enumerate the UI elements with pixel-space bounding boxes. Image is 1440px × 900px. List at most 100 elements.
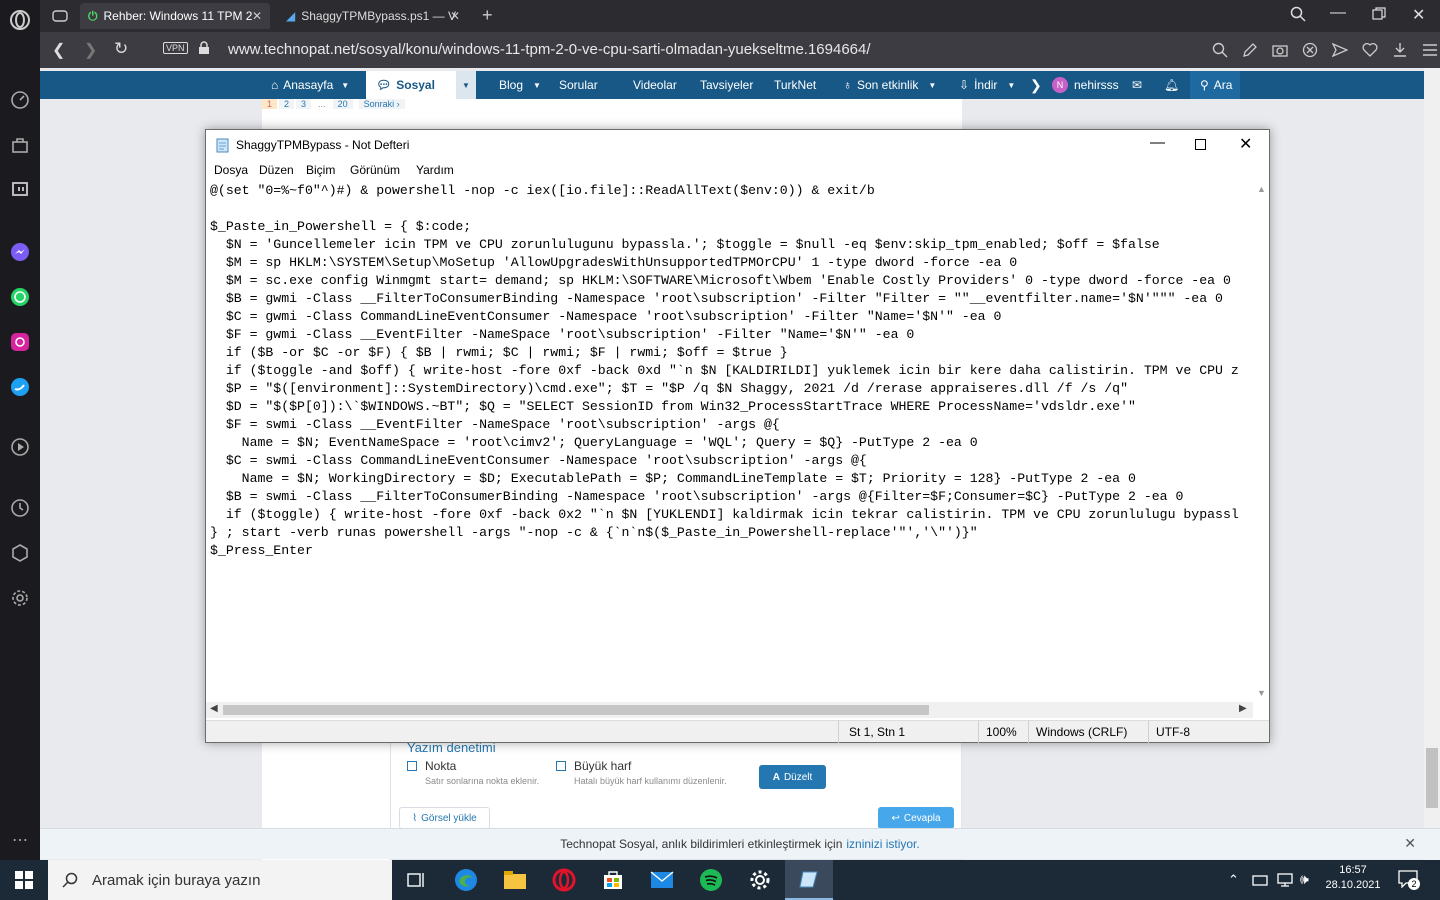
shopping-bag-icon[interactable] — [8, 133, 32, 157]
scroll-left-icon[interactable]: ◀ — [210, 703, 218, 714]
mail-icon[interactable] — [638, 860, 686, 900]
menu-gorunum[interactable]: Görünüm — [350, 163, 400, 177]
notepad-titlebar[interactable]: ShaggyTPMBypass - Not Defteri — ✕ — [206, 130, 1269, 160]
url-field[interactable]: www.technopat.net/sosyal/konu/windows-11… — [228, 41, 871, 58]
action-center-icon[interactable]: 2 — [1398, 870, 1420, 890]
reply-button[interactable]: ↩ Cevapla — [878, 807, 954, 829]
scroll-up-icon[interactable]: ▲ — [1257, 184, 1266, 194]
page-scroll-thumb[interactable] — [1426, 748, 1438, 808]
menu-duzen[interactable]: Düzen — [259, 163, 294, 177]
nav-anasayfa[interactable]: ⌂ Anasayfa ▼ — [271, 71, 349, 99]
messenger-icon[interactable] — [8, 240, 32, 264]
nav-son-etkinlik[interactable]: ♁ Son etkinlik ▼ — [843, 71, 936, 99]
close-tab-icon[interactable]: ✕ — [450, 9, 460, 23]
page-link[interactable]: 20 — [332, 99, 353, 109]
notepad-text-area[interactable]: @(set "0=%~f0"^)#) & powershell -nop -c … — [210, 182, 1253, 702]
more-icon[interactable]: ⋯ — [8, 828, 32, 852]
nokta-checkbox[interactable] — [407, 761, 417, 771]
send-icon[interactable] — [1332, 42, 1348, 58]
notification-link[interactable]: izninizi istiyor. — [846, 837, 919, 851]
spotify-icon[interactable] — [687, 860, 735, 900]
page-scrollbar[interactable] — [1424, 68, 1440, 860]
nav-sosyal[interactable]: 💬︎ Sosyal — [366, 71, 456, 99]
heart-icon[interactable] — [1362, 42, 1378, 58]
adblock-icon[interactable] — [1302, 42, 1318, 58]
np-close-icon[interactable]: ✕ — [1239, 134, 1252, 154]
tray-chevron-icon[interactable]: ⌃ — [1228, 872, 1239, 888]
bell-icon[interactable]: 🔔︎ — [1164, 71, 1179, 99]
settings-icon[interactable] — [8, 586, 32, 610]
nav-search[interactable]: ⚲ Ara — [1190, 71, 1240, 99]
page-link[interactable]: 2 — [279, 99, 295, 109]
volume-tray-icon[interactable]: 🕪︎ — [1300, 871, 1309, 888]
duzelt-button[interactable]: A Düzelt — [759, 765, 826, 789]
twitter-icon[interactable] — [8, 375, 32, 399]
vpn-badge[interactable]: VPN — [163, 42, 188, 54]
nav-indir[interactable]: ⇩ İndir ▼ — [959, 71, 1015, 99]
image-upload-button[interactable]: ⌇ Görsel yükle — [399, 807, 490, 829]
page-link[interactable]: 3 — [296, 99, 312, 109]
nav-blog[interactable]: Blog ▼ — [499, 71, 541, 99]
reload-icon[interactable]: ↻ — [114, 39, 128, 59]
player-icon[interactable] — [8, 435, 32, 459]
ethernet-tray-icon[interactable] — [1277, 872, 1293, 893]
close-window-icon[interactable]: ✕ — [1412, 5, 1425, 25]
easy-setup-icon[interactable] — [1422, 42, 1438, 58]
settings-gear-icon[interactable] — [736, 860, 784, 900]
extensions-icon[interactable] — [8, 541, 32, 565]
menu-yardim[interactable]: Yardım — [416, 163, 454, 177]
taskbar-search[interactable]: Aramak için buraya yazın — [48, 860, 392, 900]
back-icon[interactable]: ❮ — [52, 40, 65, 60]
scroll-down-icon[interactable]: ▼ — [1257, 688, 1266, 698]
clock[interactable]: 16:57 28.10.2021 — [1320, 864, 1386, 891]
notepad-taskbar-icon[interactable] — [785, 860, 833, 900]
whatsapp-icon[interactable] — [8, 285, 32, 309]
network-tray-icon[interactable] — [1252, 872, 1268, 893]
nav-sosyal-dropdown[interactable]: ▼ — [456, 71, 476, 99]
tab-shaggy[interactable]: ◢ ShaggyTPMBypass.ps1 — V ✕ — [278, 3, 468, 29]
new-tab-icon[interactable]: + — [482, 5, 493, 26]
opera-icon[interactable] — [540, 860, 588, 900]
search-tabs-icon[interactable] — [1290, 6, 1306, 27]
horizontal-scroll-thumb[interactable] — [223, 705, 929, 715]
buyuk-harf-checkbox[interactable] — [556, 761, 566, 771]
page-link[interactable]: 1 — [262, 99, 278, 109]
download-icon[interactable] — [1392, 42, 1408, 58]
speed-dial-icon[interactable] — [8, 88, 32, 112]
forward-icon[interactable]: ❯ — [84, 40, 97, 60]
scroll-right-icon[interactable]: ▶ — [1239, 703, 1247, 714]
file-explorer-icon[interactable] — [491, 860, 539, 900]
nav-turknet[interactable]: TurkNet — [774, 71, 816, 99]
twitch-icon[interactable] — [8, 178, 32, 202]
nav-sorular[interactable]: Sorular — [559, 71, 598, 99]
np-minimize-icon[interactable]: — — [1150, 134, 1165, 151]
minimize-icon[interactable]: — — [1330, 4, 1346, 22]
opera-logo-icon[interactable] — [8, 8, 32, 32]
nav-tavsiyeler[interactable]: Tavsiyeler — [700, 71, 753, 99]
restore-icon[interactable] — [1372, 7, 1386, 26]
store-icon[interactable] — [589, 860, 637, 900]
instagram-icon[interactable] — [8, 330, 32, 354]
nav-user[interactable]: Nnehirsss — [1052, 71, 1119, 99]
close-notification-icon[interactable]: ✕ — [1404, 835, 1416, 852]
nav-videolar[interactable]: Videolar — [633, 71, 677, 99]
start-button[interactable] — [0, 860, 48, 900]
nav-more-arrow-icon[interactable]: ❯ — [1030, 71, 1042, 99]
tab-rehber[interactable]: ⏻ Rehber: Windows 11 TPM 2 ✕ — [80, 3, 270, 29]
task-view-icon[interactable] — [392, 860, 440, 900]
horizontal-scrollbar[interactable]: ◀ ▶ — [206, 702, 1253, 718]
edge-icon[interactable] — [442, 860, 490, 900]
menu-bicim[interactable]: Biçim — [306, 163, 335, 177]
close-tab-icon[interactable]: ✕ — [252, 9, 262, 23]
next-page-link[interactable]: Sonraki › — [358, 99, 405, 109]
menu-dosya[interactable]: Dosya — [214, 163, 248, 177]
inbox-icon[interactable]: ✉ — [1132, 71, 1142, 99]
edit-icon[interactable] — [1242, 42, 1258, 58]
tab-workspace-icon[interactable] — [52, 8, 68, 29]
history-icon[interactable] — [8, 496, 32, 520]
np-maximize-icon[interactable] — [1195, 139, 1206, 150]
vertical-scrollbar[interactable]: ▲ ▼ — [1253, 182, 1269, 702]
search-icon[interactable] — [1212, 42, 1228, 58]
snapshot-icon[interactable] — [1272, 42, 1288, 58]
lock-icon[interactable] — [198, 41, 210, 60]
